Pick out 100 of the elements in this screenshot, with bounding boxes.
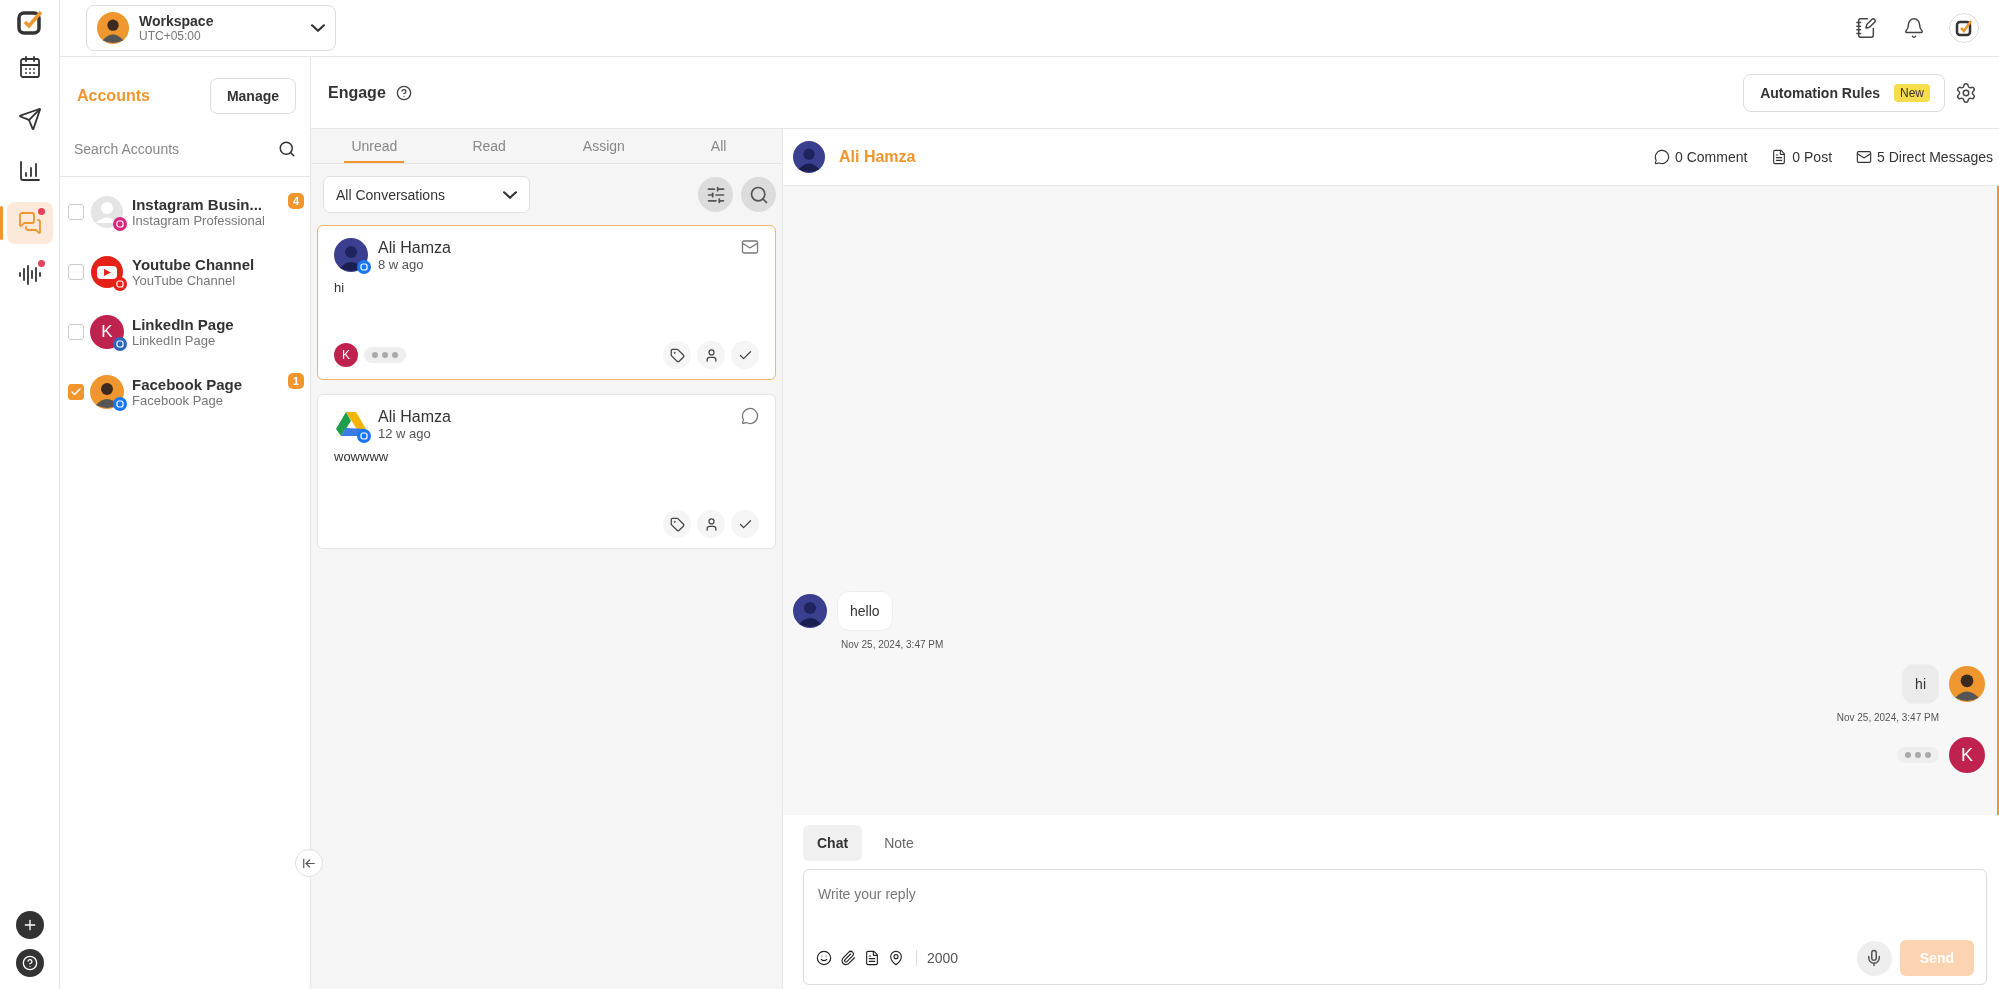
workspace-avatar xyxy=(97,12,129,44)
conversation-card[interactable]: Ali Hamza 12 w ago wowwww xyxy=(317,394,776,549)
help-icon xyxy=(395,84,412,101)
paperclip-icon xyxy=(840,950,856,966)
search-icon xyxy=(278,139,296,158)
resolve-button[interactable] xyxy=(731,341,759,369)
count-badge: 1 xyxy=(287,373,304,389)
account-name: Instagram Busin... xyxy=(132,196,264,213)
checkbox[interactable] xyxy=(68,264,84,280)
profile-logo-icon xyxy=(1949,13,1979,43)
stat-label: 0 Comment xyxy=(1675,149,1748,165)
contact-avatar xyxy=(793,594,827,628)
contact-avatar xyxy=(793,141,825,173)
accounts-title: Accounts xyxy=(77,87,150,105)
bell-icon xyxy=(1903,17,1925,39)
character-count: 2000 xyxy=(916,950,959,966)
comment-icon xyxy=(741,407,759,425)
filter-button[interactable] xyxy=(698,177,733,212)
search-button[interactable] xyxy=(741,177,776,212)
document-icon xyxy=(1771,149,1788,165)
contact-name: Ali Hamza xyxy=(839,148,917,166)
checkbox[interactable] xyxy=(68,324,84,340)
conversation-card[interactable]: Ali Hamza 8 w ago hi K xyxy=(317,225,776,380)
assign-button[interactable] xyxy=(697,341,725,369)
account-name: LinkedIn Page xyxy=(132,316,235,333)
account-type: LinkedIn Page xyxy=(132,333,217,348)
message-preview: hi xyxy=(334,280,346,295)
collapse-button[interactable] xyxy=(295,849,323,877)
stat-label: 5 Direct Messages xyxy=(1877,149,1993,165)
workspace-selector[interactable]: Workspace UTC+05:00 xyxy=(86,5,336,51)
platform-badge-icon xyxy=(357,429,371,443)
message-time: Nov 25, 2024, 3:47 PM xyxy=(841,639,944,650)
document-icon xyxy=(864,950,880,966)
user-icon xyxy=(703,516,719,532)
video-icon xyxy=(90,255,124,289)
app-logo-icon xyxy=(15,8,44,36)
avatar xyxy=(90,375,124,409)
automation-rules-button[interactable]: Automation Rules New xyxy=(1743,73,1945,112)
agent-avatar: K xyxy=(1949,737,1985,773)
mail-icon xyxy=(1856,149,1873,165)
contact-name: Ali Hamza xyxy=(378,238,452,257)
microphone-button[interactable] xyxy=(1856,940,1892,976)
stat-label: 0 Post xyxy=(1792,149,1833,165)
platform-badge-icon xyxy=(357,260,371,274)
help-button[interactable] xyxy=(15,949,44,977)
message-bubble: hi xyxy=(1902,664,1939,704)
page-title: Engage xyxy=(328,83,386,102)
add-button[interactable] xyxy=(15,911,44,939)
chat-bubbles-icon xyxy=(17,211,42,235)
contact-name: Ali Hamza xyxy=(378,407,452,426)
check-icon xyxy=(70,386,82,398)
account-name: Facebook Page xyxy=(132,376,244,393)
avatar xyxy=(90,195,124,229)
account-type: Facebook Page xyxy=(132,393,225,408)
tag-button[interactable] xyxy=(663,510,691,538)
tag-button[interactable] xyxy=(663,341,691,369)
typing-indicator xyxy=(1897,747,1939,763)
bar-chart-icon xyxy=(17,159,42,183)
checkbox[interactable] xyxy=(68,384,84,400)
new-badge: New xyxy=(1894,83,1930,102)
message-time: Nov 25, 2024, 3:47 PM xyxy=(1836,712,1939,723)
resolve-button[interactable] xyxy=(731,510,759,538)
platform-badge-icon xyxy=(113,397,127,411)
account-type: YouTube Channel xyxy=(132,273,237,288)
account-type: Instagram Professional xyxy=(132,213,266,228)
avatar xyxy=(334,238,368,272)
assignee-avatar: K xyxy=(334,343,358,367)
comment-icon xyxy=(1654,149,1670,165)
notebook-pen-icon xyxy=(1855,17,1877,39)
tab[interactable]: Chat xyxy=(803,825,863,861)
count-badge: 4 xyxy=(287,193,304,209)
location-icon xyxy=(888,950,904,966)
tag-icon xyxy=(669,347,685,363)
reply-field[interactable]: Write your reply 2000 Send xyxy=(803,869,1987,985)
mail-icon xyxy=(741,238,759,256)
search-icon xyxy=(748,184,769,205)
calendar-icon xyxy=(17,55,42,79)
compose-button[interactable] xyxy=(1853,15,1879,41)
message-preview: wowwww xyxy=(334,449,390,464)
time-ago: 12 w ago xyxy=(378,425,432,441)
platform-badge-icon xyxy=(113,337,127,351)
user-icon xyxy=(703,347,719,363)
account-name: Youtube Channel xyxy=(132,256,256,273)
chevron-down-icon xyxy=(503,190,517,199)
assign-button[interactable] xyxy=(697,510,725,538)
platform-badge-icon xyxy=(113,217,127,231)
message-bubble: hello xyxy=(837,591,893,631)
conversation-filter-dropdown[interactable]: All Conversations xyxy=(323,176,530,213)
time-ago: 8 w ago xyxy=(378,256,425,272)
checkbox[interactable] xyxy=(68,204,84,220)
manage-button[interactable]: Manage xyxy=(209,78,296,114)
tab[interactable]: Note xyxy=(870,825,928,861)
paper-plane-icon xyxy=(17,107,42,131)
sliders-icon xyxy=(705,184,726,205)
emoji-icon xyxy=(816,950,832,966)
settings-icon xyxy=(1955,81,1977,104)
user-avatar xyxy=(1949,666,1985,702)
audio-lines-icon xyxy=(17,263,42,287)
chevron-down-icon xyxy=(311,24,325,32)
tag-icon xyxy=(669,516,685,532)
